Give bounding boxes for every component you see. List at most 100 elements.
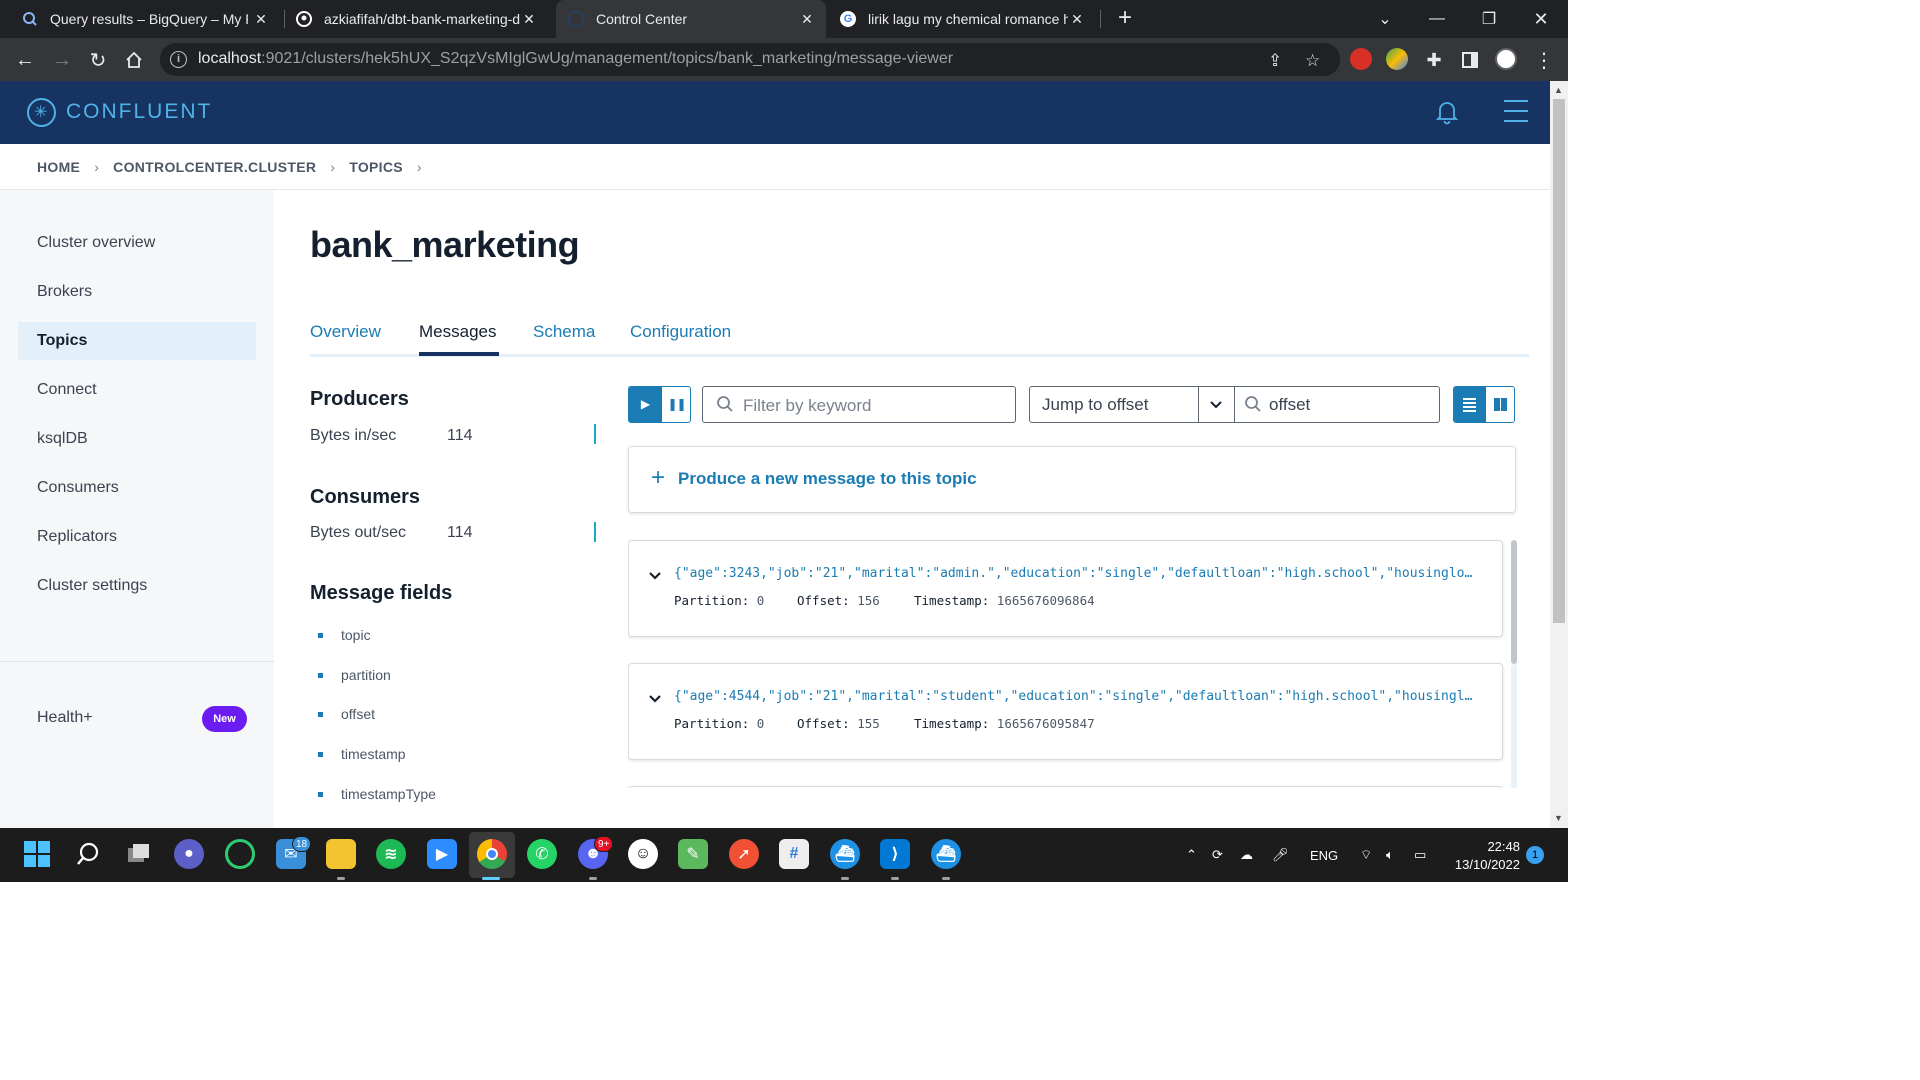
zoom-icon[interactable]: ▶ — [427, 839, 457, 869]
plus-icon: + — [651, 464, 666, 491]
share-icon[interactable]: ⇪ — [1268, 51, 1282, 71]
field-item[interactable]: offset — [341, 706, 375, 722]
tab-overview[interactable]: Overview — [310, 322, 381, 342]
produce-message-link[interactable]: Produce a new message to this topic — [678, 469, 977, 489]
spotify-icon[interactable]: ≋ — [376, 839, 406, 869]
tab-messages[interactable]: Messages — [419, 322, 496, 342]
volume-icon[interactable]: 🔈︎ — [1386, 828, 1394, 882]
hamburger-menu-icon[interactable] — [1504, 100, 1528, 124]
sidebar-item-consumers[interactable]: Consumers — [18, 469, 256, 507]
produce-message-card[interactable]: + Produce a new message to this topic — [628, 446, 1516, 513]
minimize-button[interactable]: — — [1412, 0, 1462, 38]
scrollbar-thumb[interactable] — [1553, 99, 1565, 623]
scroll-up-arrow-icon[interactable]: ▲ — [1554, 85, 1563, 95]
chrome-icon[interactable] — [477, 839, 507, 869]
confluent-logo-icon[interactable] — [27, 98, 56, 127]
whatsapp-icon[interactable]: ✆ — [527, 839, 557, 869]
docker-icon[interactable]: ⛴ — [830, 839, 860, 869]
tab-schema[interactable]: Schema — [533, 322, 595, 342]
browser-tab-github[interactable]: azkiafifah/dbt-bank-marketing-d ✕ — [296, 0, 548, 38]
message-card[interactable] — [628, 786, 1503, 788]
home-button[interactable] — [120, 46, 148, 74]
chevron-down-icon[interactable] — [1208, 396, 1224, 417]
sidebar-item-replicators[interactable]: Replicators — [18, 518, 256, 556]
new-tab-button[interactable]: + — [1114, 6, 1136, 31]
address-bar[interactable]: i localhost:9021/clusters/hek5hUX_S2qzVs… — [160, 43, 1340, 76]
breadcrumb-cluster[interactable]: CONTROLCENTER.CLUSTER — [113, 159, 316, 175]
message-list-scroll-track[interactable] — [1511, 664, 1517, 788]
teams-chat-icon[interactable]: ● — [174, 839, 204, 869]
message-card[interactable]: {"age":4544,"job":"21","marital":"studen… — [628, 663, 1503, 760]
tray-chevron-up-icon[interactable]: ⌃ — [1186, 828, 1197, 882]
browser-menu-icon[interactable]: ⋮ — [1530, 46, 1558, 74]
language-indicator[interactable]: ENG — [1310, 828, 1338, 882]
close-tab-icon[interactable]: ✕ — [252, 10, 270, 28]
close-tab-icon[interactable]: ✕ — [520, 10, 538, 28]
notification-count-badge[interactable]: 1 — [1526, 846, 1544, 864]
breadcrumb-topics[interactable]: TOPICS — [349, 159, 403, 175]
chevron-down-icon[interactable] — [647, 568, 663, 589]
play-button[interactable]: ▶ — [629, 387, 662, 422]
bookmark-star-icon[interactable]: ☆ — [1305, 51, 1320, 71]
sidebar-item-connect[interactable]: Connect — [18, 371, 256, 409]
pause-button[interactable]: ❚❚ — [662, 387, 690, 422]
grid-app-icon[interactable]: # — [779, 839, 809, 869]
extension-colorful-icon[interactable] — [1386, 48, 1408, 70]
vscode-icon[interactable]: ⟩ — [880, 839, 910, 869]
tab-configuration[interactable]: Configuration — [630, 322, 731, 342]
message-card[interactable]: {"age":3243,"job":"21","marital":"admin.… — [628, 540, 1503, 637]
task-view-icon[interactable] — [124, 839, 154, 869]
postman-icon[interactable]: ➚ — [729, 839, 759, 869]
field-item[interactable]: timestampType — [341, 786, 436, 802]
forward-button[interactable]: → — [48, 46, 76, 74]
filter-keyword-input[interactable]: Filter by keyword — [702, 386, 1016, 423]
clock[interactable]: 22:48 13/10/2022 — [1448, 838, 1520, 874]
profile-avatar[interactable] — [1495, 48, 1517, 70]
page-scrollbar[interactable]: ▲ ▼ — [1550, 81, 1568, 828]
extensions-puzzle-icon[interactable]: ✚ — [1420, 46, 1448, 74]
app-ring-icon[interactable] — [225, 839, 255, 869]
sidebar-item-ksqldb[interactable]: ksqlDB — [18, 420, 256, 458]
extension-adblock-icon[interactable] — [1350, 48, 1372, 70]
microphone-icon[interactable]: 🎤︎ — [1272, 828, 1289, 882]
message-list-scrollbar[interactable] — [1511, 540, 1517, 664]
chevron-down-icon[interactable] — [647, 691, 663, 712]
browser-tab-google[interactable]: G lirik lagu my chemical romance h ✕ — [840, 0, 1096, 38]
restore-button[interactable]: ❐ — [1464, 0, 1514, 38]
sidebar-item-brokers[interactable]: Brokers — [18, 273, 256, 311]
reload-button[interactable]: ↻ — [84, 46, 112, 74]
side-panel-icon[interactable] — [1456, 46, 1484, 74]
field-item[interactable]: timestamp — [341, 746, 406, 762]
site-info-icon[interactable]: i — [170, 51, 187, 68]
scroll-down-arrow-icon[interactable]: ▼ — [1554, 813, 1563, 823]
file-explorer-icon[interactable] — [326, 839, 356, 869]
back-button[interactable]: ← — [11, 46, 39, 74]
sidebar-item-cluster-overview[interactable]: Cluster overview — [18, 224, 256, 262]
browser-tab-bigquery[interactable]: Query results – BigQuery – My Fi ✕ — [22, 0, 280, 38]
field-item[interactable]: partition — [341, 667, 391, 683]
notepad-icon[interactable]: ✎ — [678, 839, 708, 869]
tab-search-chevron-icon[interactable]: ⌄ — [1360, 0, 1410, 38]
notifications-bell-icon[interactable] — [1435, 99, 1459, 125]
breadcrumb-home[interactable]: HOME — [37, 159, 80, 175]
app-face-icon[interactable]: ☺ — [628, 839, 658, 869]
browser-tab-control-center[interactable]: Control Center ✕ — [556, 0, 826, 38]
docker-desktop-icon[interactable]: ⛴ — [931, 839, 961, 869]
card-view-button[interactable] — [1485, 387, 1514, 422]
close-tab-icon[interactable]: ✕ — [798, 10, 816, 28]
wifi-icon[interactable]: ⌔ — [1360, 828, 1372, 882]
jump-to-select[interactable]: Jump to offset — [1029, 386, 1235, 423]
sidebar-item-topics[interactable]: Topics — [18, 322, 256, 360]
close-tab-icon[interactable]: ✕ — [1068, 10, 1086, 28]
battery-icon[interactable]: ▭ — [1414, 828, 1426, 882]
field-item[interactable]: topic — [341, 627, 371, 643]
windows-start-icon[interactable] — [22, 839, 52, 869]
close-window-button[interactable]: ✕ — [1516, 0, 1566, 38]
offset-input[interactable]: offset — [1234, 386, 1440, 423]
brand-name[interactable]: CONFLUENT — [66, 100, 212, 124]
list-view-button[interactable] — [1454, 387, 1485, 422]
onedrive-cloud-icon[interactable]: ☁ — [1240, 828, 1253, 882]
sidebar-item-cluster-settings[interactable]: Cluster settings — [18, 567, 256, 605]
sync-icon[interactable]: ⟳ — [1212, 828, 1223, 882]
search-icon[interactable] — [73, 839, 103, 869]
